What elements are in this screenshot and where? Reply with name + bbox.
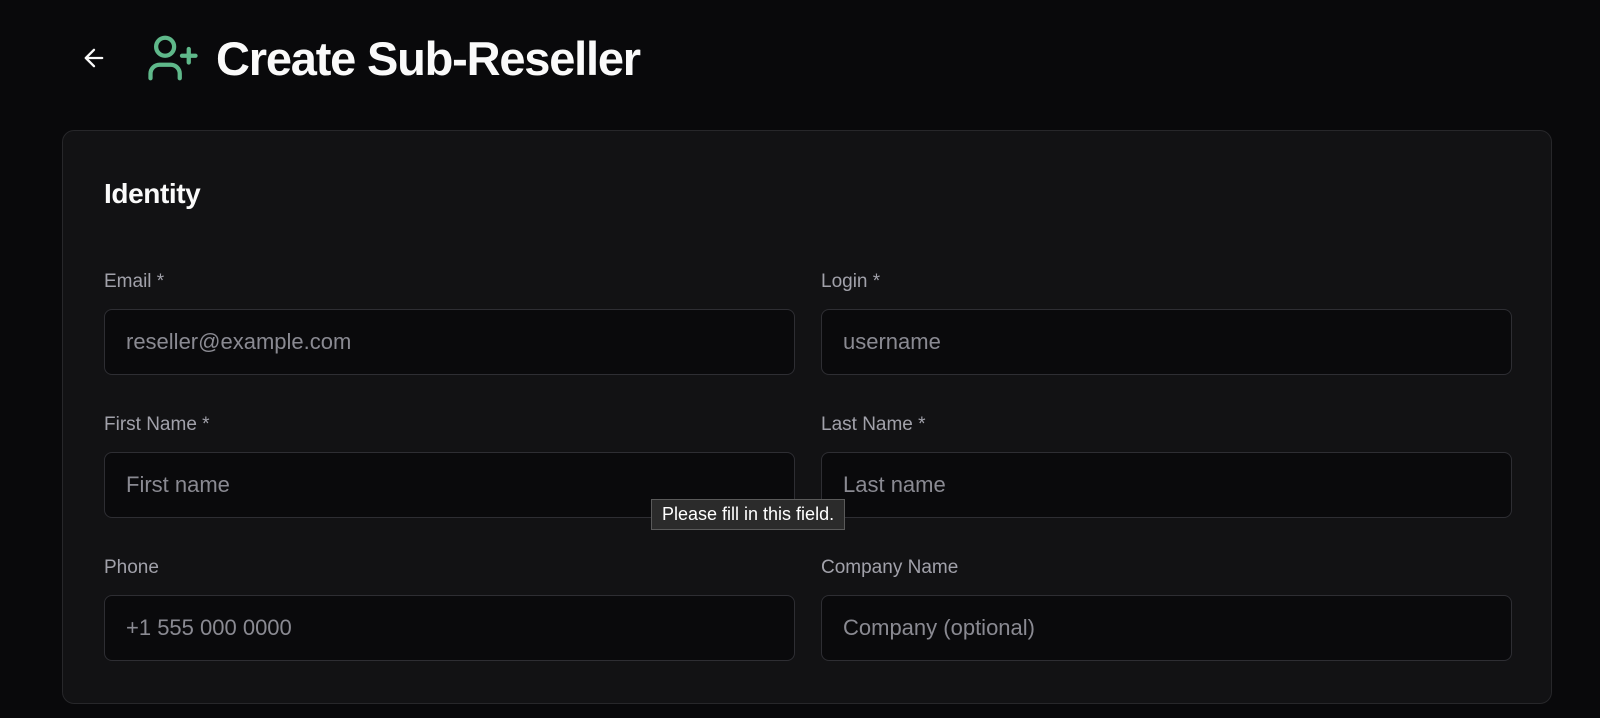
phone-field-group: Phone bbox=[104, 557, 795, 661]
last-name-input[interactable] bbox=[821, 452, 1512, 518]
email-field-group: Email * bbox=[104, 271, 795, 375]
first-name-label: First Name * bbox=[104, 414, 210, 435]
identity-card: Identity Email * Login * First Name * La… bbox=[62, 130, 1552, 704]
create-sub-reseller-page: Create Sub-Reseller Identity Email * Log… bbox=[0, 0, 1600, 718]
phone-label: Phone bbox=[104, 557, 159, 578]
last-name-field-group: Last Name * bbox=[821, 414, 1512, 518]
section-title: Identity bbox=[104, 178, 201, 209]
arrow-left-icon bbox=[84, 48, 104, 68]
validation-tooltip: Please fill in this field. bbox=[651, 499, 846, 530]
login-input[interactable] bbox=[821, 309, 1512, 375]
login-field-group: Login * bbox=[821, 271, 1512, 375]
login-label: Login * bbox=[821, 271, 881, 292]
email-label: Email * bbox=[104, 271, 165, 292]
company-name-field-group: Company Name bbox=[821, 557, 1512, 661]
company-name-input[interactable] bbox=[821, 595, 1512, 661]
page-title: Create Sub-Reseller bbox=[216, 31, 641, 85]
back-button[interactable] bbox=[78, 42, 110, 74]
phone-input[interactable] bbox=[104, 595, 795, 661]
company-name-label: Company Name bbox=[821, 557, 959, 578]
page-header: Create Sub-Reseller bbox=[78, 28, 641, 88]
user-plus-icon bbox=[146, 31, 200, 85]
last-name-label: Last Name * bbox=[821, 414, 926, 435]
email-input[interactable] bbox=[104, 309, 795, 375]
